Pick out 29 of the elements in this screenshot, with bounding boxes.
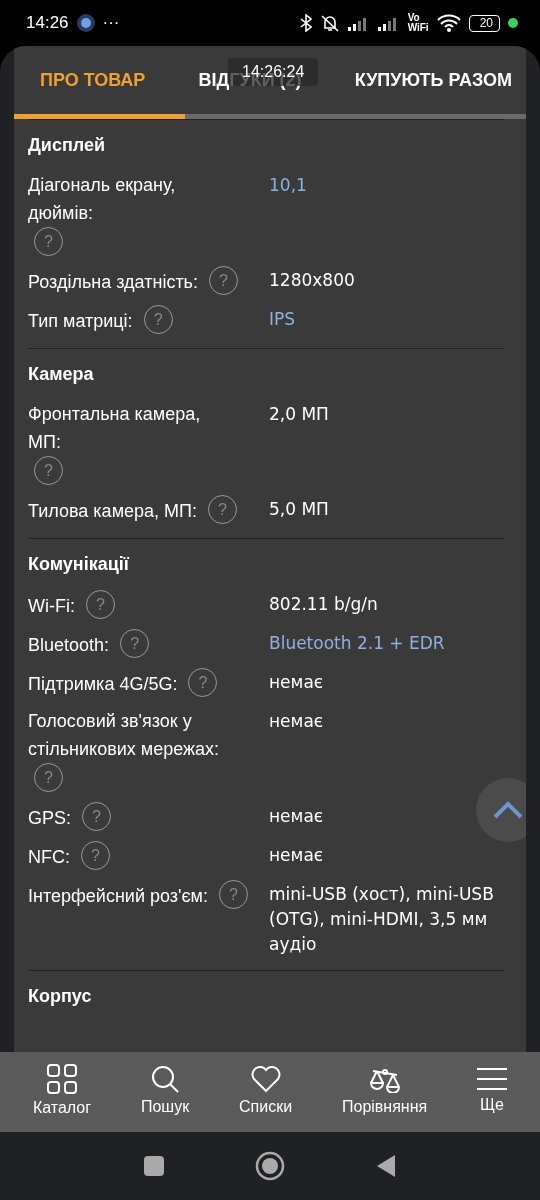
spec-value: 5,0 МП (269, 499, 329, 519)
spec-label: GPS: (28, 807, 71, 830)
more-notifications: ··· (102, 12, 120, 35)
spec-value: немає (269, 711, 324, 731)
spec-label: Wi-Fi: (28, 595, 75, 618)
spec-label: Фронтальна камера, МП: (28, 403, 202, 454)
spec-value: немає (269, 672, 324, 692)
spec-label: Інтерфейсний роз'єм: (28, 885, 208, 908)
spec-value: mini-USB (хост), mini-USB (OTG), mini-HDMI, 3,5 мм аудіо (269, 884, 494, 954)
spec-value: 1280x800 (269, 270, 355, 290)
spec-value: немає (269, 806, 324, 826)
section-heading: Корпус (28, 985, 93, 1008)
spec-label: Тип матриці: (28, 310, 133, 333)
spec-label: Тилова камера, МП: (28, 500, 197, 523)
spec-value: 2,0 МП (269, 404, 329, 424)
section-heading: Камера (28, 363, 95, 386)
spec-value: 802.11 b/g/n (269, 594, 378, 614)
vowifi-label: Vo WiFi (407, 13, 429, 33)
status-time: 14:26 (26, 12, 69, 35)
spec-label: Діагональ екрану, дюймів: (28, 174, 177, 225)
spec-label: Підтримка 4G/5G: (28, 673, 178, 696)
section-heading: Комунікації (28, 553, 130, 576)
spec-label: Роздільна здатність: (28, 271, 198, 294)
battery-level: 20 (468, 14, 500, 32)
spec-label: Bluetooth: (28, 634, 110, 657)
spec-label: NFC: (28, 846, 70, 869)
spec-value: немає (269, 845, 324, 865)
section-heading: Дисплей (28, 134, 107, 157)
spec-label: Голосовий зв'язок у стільникових мережах: (28, 710, 221, 761)
